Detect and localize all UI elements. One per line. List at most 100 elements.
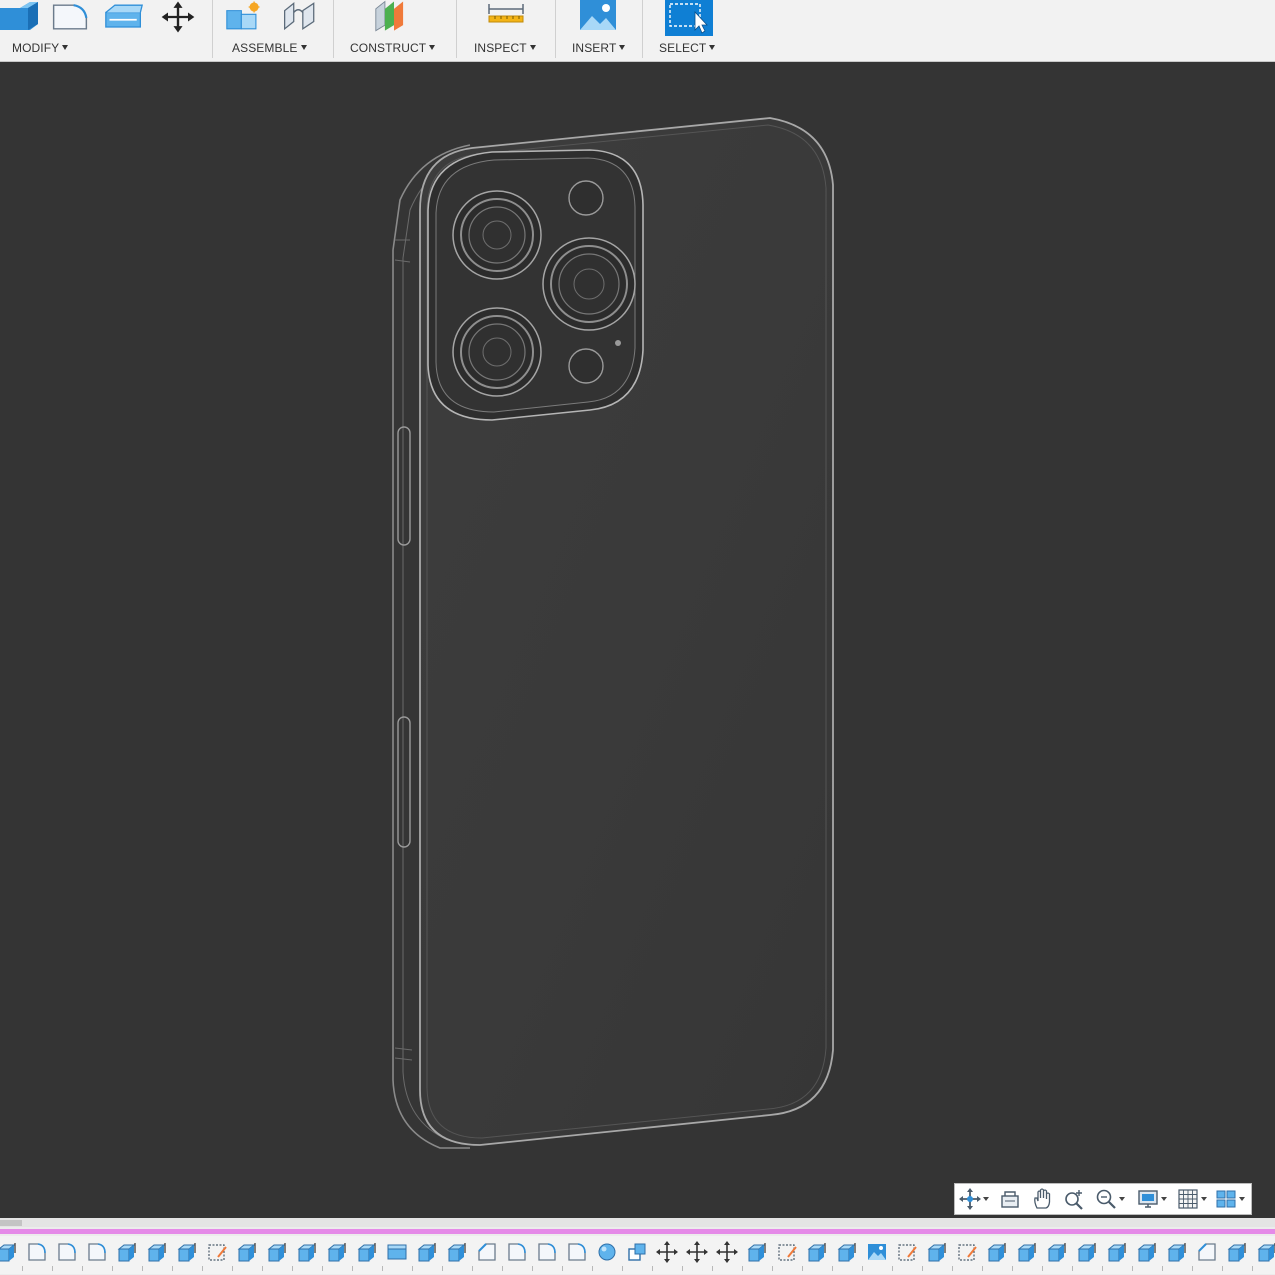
dropdown-caret-icon: [709, 45, 716, 50]
timeline-tick: [1072, 1266, 1073, 1271]
dropdown-caret-icon: [1161, 1197, 1167, 1201]
timeline-feature-fillet-icon[interactable]: [536, 1241, 558, 1263]
timeline-feature-fillet-icon[interactable]: [26, 1241, 48, 1263]
dropdown-caret-icon: [1119, 1197, 1125, 1201]
timeline-feature-move-icon[interactable]: [656, 1241, 678, 1263]
lidar-sensor: [568, 348, 604, 384]
timeline-tick: [892, 1266, 893, 1271]
timeline-feature-extrude-icon[interactable]: [1136, 1241, 1158, 1263]
display-settings-button[interactable]: [1137, 1187, 1167, 1211]
timeline-feature-sketch-icon[interactable]: [956, 1241, 978, 1263]
timeline-marker[interactable]: [0, 1229, 1275, 1234]
timeline-feature-extrude-icon[interactable]: [1016, 1241, 1038, 1263]
zoom-window-button[interactable]: [1063, 1187, 1085, 1211]
timeline-feature-box-icon[interactable]: [626, 1241, 648, 1263]
dropdown-caret-icon: [300, 45, 307, 50]
construct-menu[interactable]: CONSTRUCT: [350, 41, 436, 55]
timeline-feature-extrude-icon[interactable]: [176, 1241, 198, 1263]
timeline-feature-extrude-icon[interactable]: [326, 1241, 348, 1263]
timeline-feature-extrude-icon[interactable]: [236, 1241, 258, 1263]
select-group: SELECT: [643, 0, 733, 61]
fillet-icon[interactable]: [50, 0, 90, 34]
timeline-feature-extrude-icon[interactable]: [1226, 1241, 1248, 1263]
timeline-feature-sphere-icon[interactable]: [596, 1241, 618, 1263]
timeline-track: [0, 1236, 1275, 1274]
select-icon[interactable]: [665, 0, 713, 36]
timeline-feature-extrude-icon[interactable]: [1076, 1241, 1098, 1263]
timeline-feature-shell-icon[interactable]: [386, 1241, 408, 1263]
timeline-feature-extrude-icon[interactable]: [356, 1241, 378, 1263]
timeline-feature-extrude-icon[interactable]: [836, 1241, 858, 1263]
timeline-feature-extrude-icon[interactable]: [416, 1241, 438, 1263]
insert-image-icon[interactable]: [578, 0, 618, 34]
timeline-feature-sketch-icon[interactable]: [776, 1241, 798, 1263]
microphone-hole: [615, 340, 621, 346]
timeline-feature-chamfer-icon[interactable]: [1196, 1241, 1218, 1263]
timeline-feature-fillet-icon[interactable]: [506, 1241, 528, 1263]
timeline-tick: [82, 1266, 83, 1271]
timeline-feature-fillet-icon[interactable]: [566, 1241, 588, 1263]
timeline-tick: [1192, 1266, 1193, 1271]
phone-model[interactable]: [0, 62, 1275, 1218]
timeline-feature-move-icon[interactable]: [716, 1241, 738, 1263]
fit-zoom-button[interactable]: [1095, 1187, 1125, 1211]
shell-icon[interactable]: [104, 0, 144, 34]
timeline-feature-extrude-icon[interactable]: [1256, 1241, 1275, 1263]
viewports-button[interactable]: [1215, 1187, 1245, 1211]
orbit-button[interactable]: [959, 1187, 989, 1211]
move-icon[interactable]: [158, 0, 198, 34]
timeline-feature-fillet-icon[interactable]: [56, 1241, 78, 1263]
timeline-tick: [742, 1266, 743, 1271]
construct-label: CONSTRUCT: [350, 41, 427, 55]
timeline-tick: [532, 1266, 533, 1271]
timeline-feature-extrude-icon[interactable]: [1046, 1241, 1068, 1263]
timeline-feature-extrude-icon[interactable]: [0, 1241, 18, 1263]
scrollbar-thumb[interactable]: [0, 1220, 22, 1226]
offset-plane-icon[interactable]: [374, 0, 414, 34]
timeline-feature-sketch-icon[interactable]: [206, 1241, 228, 1263]
timeline-feature-extrude-icon[interactable]: [266, 1241, 288, 1263]
joint-icon[interactable]: [281, 0, 321, 34]
timeline-feature-extrude-icon[interactable]: [926, 1241, 948, 1263]
pan-button[interactable]: [1031, 1187, 1053, 1211]
timeline-feature-extrude-icon[interactable]: [296, 1241, 318, 1263]
look-at-button[interactable]: [999, 1187, 1021, 1211]
timeline-feature-extrude-icon[interactable]: [806, 1241, 828, 1263]
insert-label: INSERT: [572, 41, 617, 55]
grid-settings-button[interactable]: [1177, 1187, 1207, 1211]
new-component-icon[interactable]: [225, 0, 265, 34]
timeline-feature-extrude-icon[interactable]: [986, 1241, 1008, 1263]
navigation-bar: [954, 1183, 1252, 1215]
timeline-feature-fillet-icon[interactable]: [86, 1241, 108, 1263]
timeline-tick: [142, 1266, 143, 1271]
assemble-menu[interactable]: ASSEMBLE: [232, 41, 307, 55]
timeline-feature-image-icon[interactable]: [866, 1241, 888, 1263]
modify-menu[interactable]: MODIFY: [12, 41, 69, 55]
timeline-tick: [352, 1266, 353, 1271]
timeline-tick: [22, 1266, 23, 1271]
timeline-feature-extrude-icon[interactable]: [746, 1241, 768, 1263]
timeline-feature-extrude-icon[interactable]: [446, 1241, 468, 1263]
toolbar: MODIFY ASSEMBLE CONSTRUCT INSPECT INSERT…: [0, 0, 1275, 62]
camera-flash: [568, 180, 604, 216]
timeline-feature-extrude-icon[interactable]: [1106, 1241, 1128, 1263]
assemble-label: ASSEMBLE: [232, 41, 298, 55]
timeline-feature-sketch-icon[interactable]: [896, 1241, 918, 1263]
construct-group: CONSTRUCT: [334, 0, 456, 61]
timeline-feature-extrude-icon[interactable]: [146, 1241, 168, 1263]
timeline-feature-chamfer-icon[interactable]: [476, 1241, 498, 1263]
timeline-tick: [952, 1266, 953, 1271]
timeline-feature-extrude-icon[interactable]: [1166, 1241, 1188, 1263]
select-menu[interactable]: SELECT: [659, 41, 716, 55]
press-pull-icon[interactable]: [0, 0, 40, 34]
timeline-tick: [262, 1266, 263, 1271]
camera-lens-top-left: [452, 190, 542, 280]
inspect-menu[interactable]: INSPECT: [474, 41, 536, 55]
timeline-feature-extrude-icon[interactable]: [116, 1241, 138, 1263]
insert-menu[interactable]: INSERT: [572, 41, 626, 55]
timeline-scrollbar[interactable]: [0, 1218, 1275, 1227]
select-label: SELECT: [659, 41, 707, 55]
canvas-viewport[interactable]: [0, 62, 1275, 1218]
timeline-feature-move-icon[interactable]: [686, 1241, 708, 1263]
measure-icon[interactable]: [487, 0, 527, 34]
